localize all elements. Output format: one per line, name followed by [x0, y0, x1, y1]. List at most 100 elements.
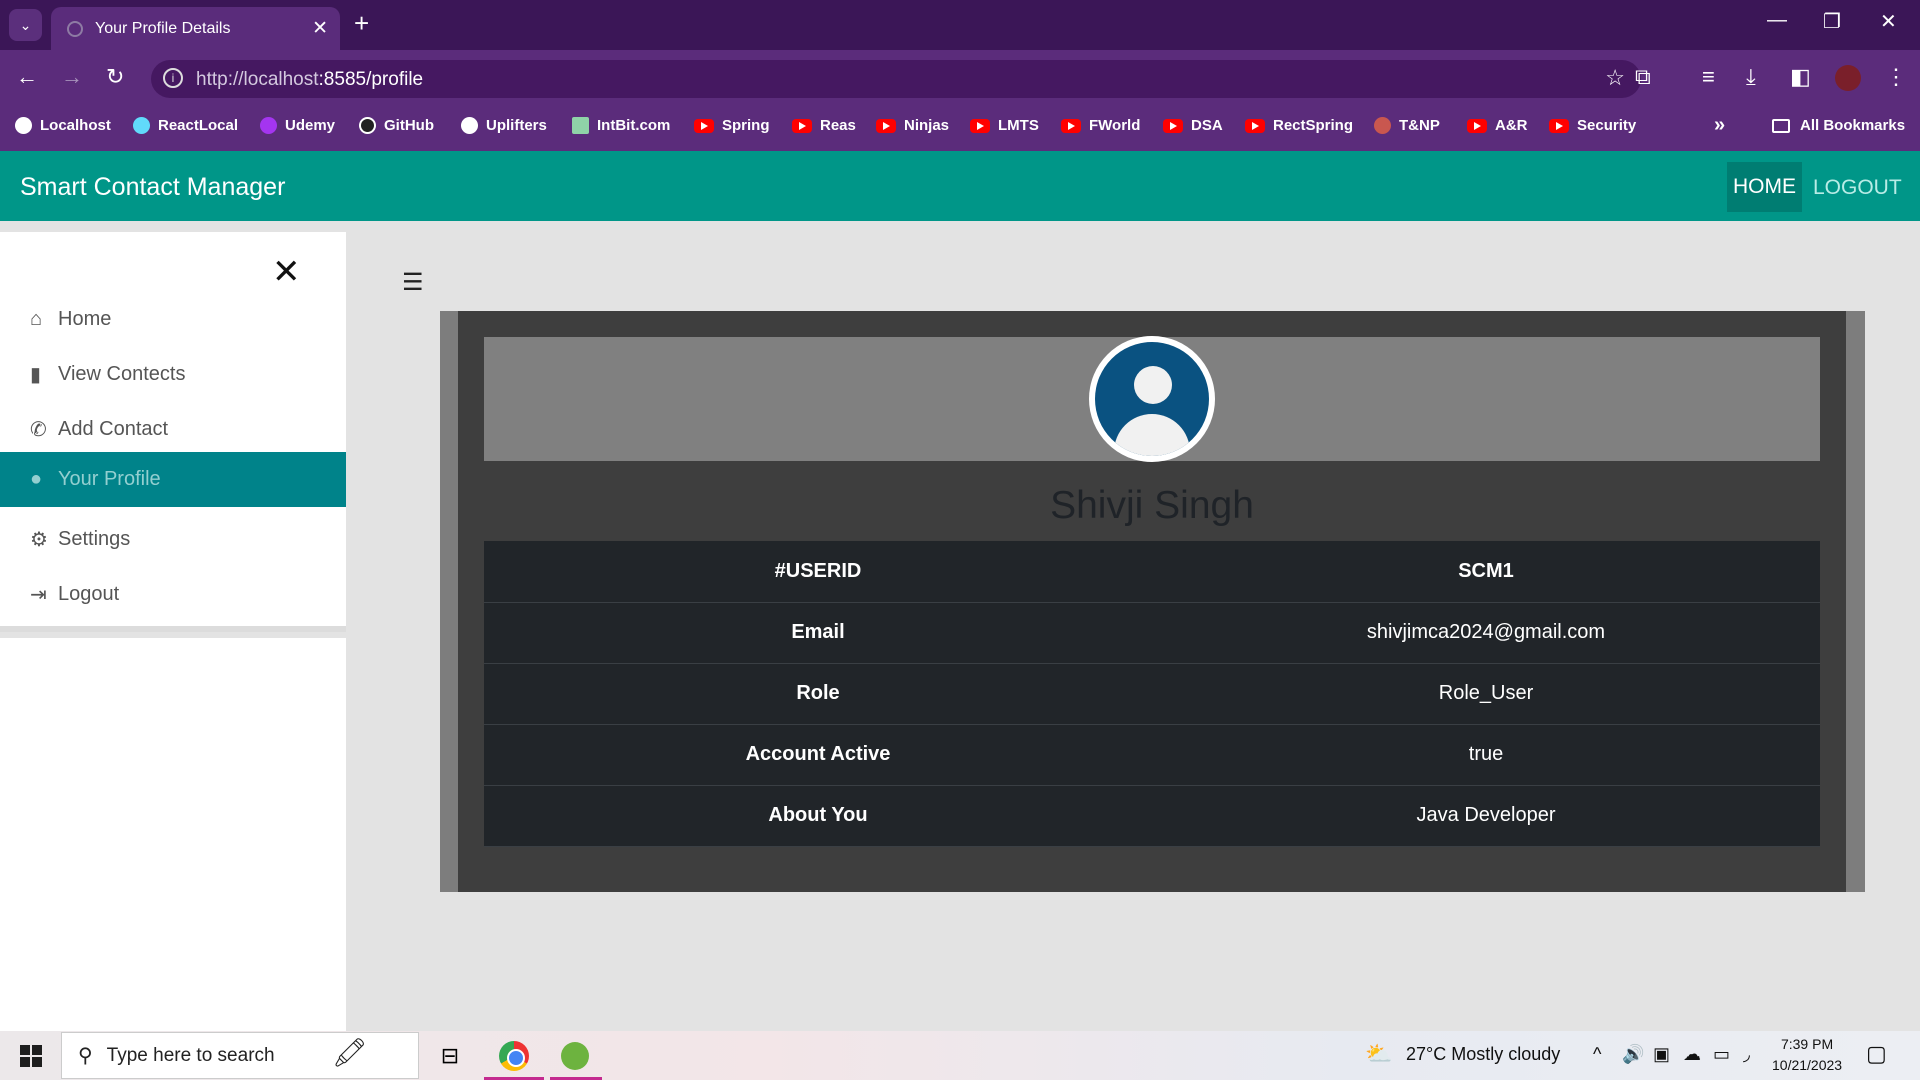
- sidebar-item-view-contacts[interactable]: ▮ View Contects: [0, 347, 346, 402]
- browser-frame: ⌄ Your Profile Details ✕ + — ❐ ✕ ← → ↻ i…: [0, 0, 1920, 151]
- more-bookmarks-icon[interactable]: »: [1714, 114, 1725, 137]
- bookmarks-bar: Localhost ReactLocal Udemy GitHub Uplift…: [0, 108, 1920, 151]
- wifi-icon[interactable]: ◞: [1743, 1044, 1750, 1065]
- user-avatar-icon: [1095, 342, 1209, 456]
- download-icon[interactable]: ⤓: [1746, 64, 1756, 90]
- task-view-icon[interactable]: ⊟: [433, 1039, 467, 1073]
- youtube-icon: [1549, 118, 1569, 133]
- bookmark-label: FWorld: [1089, 117, 1141, 134]
- bookmark-label: Localhost: [40, 117, 111, 134]
- bookmark-reactlocal[interactable]: ReactLocal: [133, 117, 238, 134]
- mountain-icon: [572, 117, 589, 134]
- bookmark-udemy[interactable]: Udemy: [260, 117, 335, 134]
- site-info-icon[interactable]: i: [163, 68, 183, 88]
- bookmark-star-icon[interactable]: ☆: [1605, 65, 1625, 91]
- profile-name: Shivji Singh: [1050, 484, 1254, 527]
- tab-title: Your Profile Details: [95, 19, 231, 37]
- sidebar-item-home[interactable]: ⌂ Home: [0, 292, 346, 347]
- weather-text[interactable]: 27°C Mostly cloudy: [1406, 1044, 1560, 1065]
- bookmark-security[interactable]: Security: [1549, 117, 1636, 134]
- forward-button[interactable]: →: [61, 64, 83, 90]
- media-icon[interactable]: ≡: [1702, 64, 1715, 90]
- detail-key: Role: [484, 663, 1152, 725]
- sidebar-item-settings[interactable]: ⚙ Settings: [0, 512, 346, 567]
- battery-icon[interactable]: ▭: [1713, 1044, 1730, 1065]
- react-icon: [133, 117, 150, 134]
- tab-close-icon[interactable]: ✕: [312, 17, 328, 40]
- new-tab-button[interactable]: +: [354, 8, 369, 39]
- onedrive-icon[interactable]: ☁: [1683, 1044, 1701, 1065]
- hamburger-menu-icon[interactable]: ☰: [402, 268, 424, 297]
- sidebar-item-add-contact[interactable]: ✆ Add Contact: [0, 402, 346, 457]
- browser-toolbar: ← → ↻ i http://localhost:8585/profile ☆ …: [0, 50, 1920, 108]
- tray-chevron-icon[interactable]: ^: [1593, 1044, 1601, 1065]
- minimize-button[interactable]: —: [1767, 9, 1787, 32]
- all-bookmarks-button[interactable]: All Bookmarks: [1772, 117, 1905, 134]
- notifications-icon[interactable]: ▢: [1866, 1041, 1887, 1067]
- detail-key: About You: [484, 785, 1152, 847]
- bookmark-rectspring[interactable]: RectSpring: [1245, 117, 1353, 134]
- home-icon: ⌂: [30, 308, 43, 330]
- detail-value: true: [1152, 724, 1820, 786]
- table-row: Email shivjimca2024@gmail.com: [484, 602, 1820, 664]
- sidebar-item-logout[interactable]: ⇥ Logout: [0, 567, 346, 622]
- nav-home-link[interactable]: HOME: [1727, 162, 1802, 212]
- detail-value: SCM1: [1152, 541, 1820, 603]
- bookmark-label: Uplifters: [486, 117, 547, 134]
- bookmark-ninjas[interactable]: Ninjas: [876, 117, 949, 134]
- taskbar-clock[interactable]: 7:39 PM 10/21/2023: [1772, 1034, 1842, 1076]
- close-window-button[interactable]: ✕: [1880, 9, 1897, 34]
- gear-icon: ⚙: [30, 529, 48, 551]
- table-row: #USERID SCM1: [484, 541, 1820, 603]
- crayon-search-highlight-icon: 🖍: [332, 1037, 368, 1068]
- logout-icon: ⇥: [30, 584, 47, 606]
- bookmark-reas[interactable]: Reas: [792, 117, 856, 134]
- bookmark-label: ReactLocal: [158, 117, 239, 134]
- bookmark-localhost[interactable]: Localhost: [15, 117, 111, 134]
- youtube-icon: [1467, 118, 1487, 133]
- youtube-icon: [792, 118, 812, 133]
- clock-date: 10/21/2023: [1772, 1057, 1843, 1073]
- bookmark-tnp[interactable]: T&NP: [1374, 117, 1440, 134]
- side-panel-icon[interactable]: ◧: [1790, 64, 1811, 90]
- sidebar-item-label: Home: [58, 308, 112, 330]
- meet-icon[interactable]: ▣: [1653, 1044, 1670, 1065]
- bookmark-github[interactable]: GitHub: [359, 117, 434, 134]
- spring-tool-suite-icon[interactable]: [558, 1039, 592, 1073]
- bookmark-spring[interactable]: Spring: [694, 117, 770, 134]
- bookmark-label: GitHub: [384, 117, 434, 134]
- bookmark-ar[interactable]: A&R: [1467, 117, 1528, 134]
- sidebar-item-your-profile[interactable]: ● Your Profile: [0, 452, 346, 507]
- windows-start-icon[interactable]: [20, 1045, 42, 1067]
- menu-icon[interactable]: ⋮: [1885, 64, 1907, 90]
- detail-value: Role_User: [1152, 663, 1820, 725]
- avatar-head: [1134, 366, 1172, 404]
- app-brand[interactable]: Smart Contact Manager: [20, 173, 285, 202]
- bookmark-uplifters[interactable]: Uplifters: [461, 117, 547, 134]
- back-button[interactable]: ←: [16, 64, 38, 90]
- detail-value: Java Developer: [1152, 785, 1820, 847]
- sidebar-item-label: View Contects: [58, 363, 186, 385]
- phone-icon: ✆: [30, 419, 47, 441]
- bookmark-intbit[interactable]: IntBit.com: [572, 117, 670, 134]
- nav-logout-link[interactable]: LOGOUT: [1813, 176, 1902, 200]
- avatar-body: [1114, 414, 1190, 456]
- close-sidebar-icon[interactable]: ✕: [272, 252, 301, 292]
- taskbar-search-input[interactable]: ⚲ Type here to search 🖍: [61, 1032, 419, 1079]
- chrome-taskbar-icon[interactable]: [497, 1039, 531, 1073]
- url-text: http://localhost:8585/profile: [196, 69, 423, 91]
- volume-icon[interactable]: 🔊: [1622, 1044, 1644, 1065]
- bookmark-fworld[interactable]: FWorld: [1061, 117, 1140, 134]
- extensions-icon[interactable]: ⧉: [1635, 64, 1651, 90]
- detail-value: shivjimca2024@gmail.com: [1152, 602, 1820, 664]
- search-placeholder: Type here to search: [106, 1044, 275, 1066]
- bookmark-dsa[interactable]: DSA: [1163, 117, 1223, 134]
- address-bar[interactable]: i http://localhost:8585/profile ☆: [151, 60, 1641, 98]
- profile-avatar[interactable]: [1835, 65, 1861, 91]
- browser-tab[interactable]: Your Profile Details ✕: [51, 7, 340, 50]
- reload-button[interactable]: ↻: [106, 64, 124, 90]
- restore-button[interactable]: ❐: [1823, 9, 1841, 34]
- sidebar-item-label: Settings: [58, 528, 131, 550]
- tab-search-button[interactable]: ⌄: [9, 9, 42, 41]
- bookmark-lmts[interactable]: LMTS: [970, 117, 1039, 134]
